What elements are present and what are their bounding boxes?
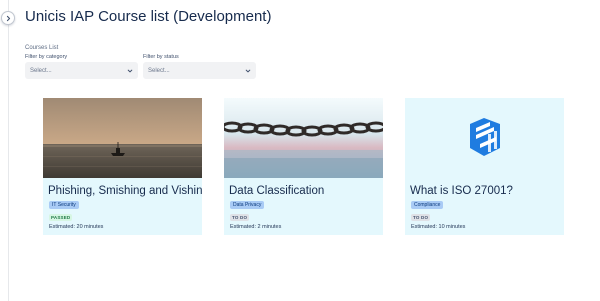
sidebar-rail [0,0,9,301]
chevron-down-icon [127,69,133,72]
category-select[interactable]: Select... [25,62,138,79]
category-select-placeholder: Select... [30,67,52,74]
estimated-time: Estimated: 10 minutes [411,224,466,230]
category-tag: Data Privacy [230,201,265,209]
course-title[interactable]: Phishing, Smishing and Vishing [48,185,202,197]
course-title[interactable]: Data Classification [229,185,324,197]
course-card-iso-27001[interactable]: What is ISO 27001? Compliance TO DO Esti… [405,98,564,235]
courses-list-label: Courses List [25,45,59,51]
category-filter: Filter by category Select... [25,54,138,79]
category-tag: IT Security [49,201,79,209]
category-filter-label: Filter by category [25,54,68,60]
status-select[interactable]: Select... [143,62,256,79]
course-title[interactable]: What is ISO 27001? [410,185,513,197]
boat-at-sea-sunset-photo [43,98,202,178]
category-tag: Compliance [411,201,444,209]
status-select-placeholder: Select... [148,67,170,74]
page-title: Unicis IAP Course list (Development) [25,8,272,25]
estimated-time: Estimated: 20 minutes [49,224,104,230]
chevron-down-icon [245,69,251,72]
status-badge: PASSED [49,214,73,221]
status-badge: TO DO [411,214,431,221]
status-filter-label: Filter by status [143,54,179,60]
estimated-time: Estimated: 2 minutes [230,224,282,230]
chain-over-water-photo [224,98,383,178]
unicis-logo-icon [405,98,564,178]
chevron-right-icon [6,15,10,21]
status-filter: Filter by status Select... [143,54,256,79]
course-card-phishing[interactable]: Phishing, Smishing and Vishing IT Securi… [43,98,202,235]
sidebar-toggle-button[interactable] [1,11,15,25]
status-badge: TO DO [230,214,250,221]
course-card-data-classification[interactable]: Data Classification Data Privacy TO DO E… [224,98,383,235]
